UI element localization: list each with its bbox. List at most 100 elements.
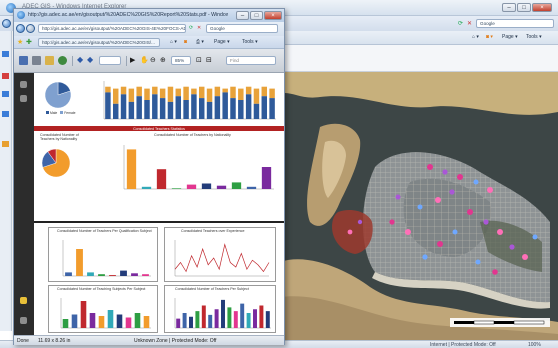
bar-nationality: [156, 169, 167, 189]
bar-nationality: [171, 188, 182, 189]
pdf-zoom-out-icon[interactable]: ⊖: [150, 56, 156, 64]
pdf-next-page-icon[interactable]: ◆: [87, 55, 93, 64]
bar-segment-top: [159, 88, 166, 99]
bar-nationality: [186, 184, 197, 189]
school-marker: [437, 241, 443, 247]
back-button[interactable]: [2, 19, 11, 28]
bar-teaching-subjects: [71, 314, 78, 328]
bar-segment-top: [214, 86, 221, 97]
outer-page-label: Page: [502, 34, 514, 40]
bar-segment-bottom: [269, 98, 275, 119]
pdf-zoom-in-icon[interactable]: ⊕: [160, 56, 166, 64]
outer-search-input[interactable]: Google: [476, 19, 554, 28]
qualification-title: Consolidated Number of Teachers Per Qual…: [57, 229, 152, 233]
inner-print-icon[interactable]: ⎙ ▾: [196, 39, 204, 45]
pdf-fit-icon[interactable]: ⊡: [196, 56, 202, 64]
school-marker: [497, 229, 503, 235]
outer-page-menu[interactable]: Page ▾: [502, 34, 518, 40]
pdf-comments-icon[interactable]: [20, 297, 27, 304]
refresh-icon[interactable]: ⟳: [458, 20, 463, 27]
pdf-toolbar-separator: [126, 56, 127, 66]
school-marker: [457, 174, 463, 180]
bar-segment-bottom: [238, 100, 244, 119]
bar-segment-bottom: [175, 96, 182, 119]
inner-window-title: http://gis.adec.ac.ae/en/gisoutput/%20AD…: [28, 12, 228, 18]
experience-svg: [174, 240, 270, 277]
pie-chart-gender: [44, 81, 72, 109]
panel-icon-1[interactable]: [2, 51, 9, 57]
panel-icon-5[interactable]: [2, 141, 9, 147]
per-subject-svg: [174, 298, 271, 329]
satellite-map[interactable]: [280, 72, 558, 340]
bar-chart-teaching-subjects: [60, 298, 151, 329]
outer-zoom[interactable]: 100%: [528, 342, 541, 348]
pdf-email-icon[interactable]: [45, 56, 54, 65]
inner-maximize-button[interactable]: □: [250, 11, 263, 20]
panel-icon-3[interactable]: [2, 91, 9, 97]
pdf-zoom-select[interactable]: 85%: [171, 56, 191, 65]
inner-feeds-icon[interactable]: ◙: [184, 39, 187, 45]
inner-status-pagesize: 11.69 x 8.26 in: [38, 338, 71, 344]
pdf-layers-icon[interactable]: [20, 317, 27, 324]
pdf-print-icon[interactable]: [32, 56, 41, 65]
home-icon[interactable]: ⌂ ▾: [472, 34, 479, 40]
inner-tools-menu[interactable]: Tools ▾: [242, 39, 258, 45]
outer-tools-menu[interactable]: Tools ▾: [526, 34, 542, 40]
page-break: [34, 221, 284, 223]
teaching-subjects-svg: [60, 298, 151, 329]
bar-per-subject: [201, 305, 206, 328]
bar-teaching-subjects: [143, 316, 150, 328]
inner-address-input[interactable]: http://gis.adec.ac.ae/en/gisoutput/%20AD…: [38, 24, 186, 33]
inner-close-button[interactable]: ×: [264, 11, 282, 20]
bar-segment-bottom: [120, 94, 127, 119]
bar-per-subject: [233, 311, 238, 328]
pdf-sign-icon[interactable]: [58, 56, 67, 65]
pdf-select-tool-icon[interactable]: ▶: [130, 56, 135, 64]
outer-status-zone: Internet | Protected Mode: Off: [430, 342, 496, 348]
inner-minimize-button[interactable]: –: [236, 11, 249, 20]
panel-icon-2[interactable]: [2, 73, 9, 79]
bar-segment-top: [152, 86, 158, 95]
pdf-prev-page-icon[interactable]: ◆: [77, 55, 83, 64]
bar-per-subject: [227, 307, 232, 328]
bar-chart-qualification: [62, 240, 151, 277]
maximize-button[interactable]: □: [517, 3, 531, 12]
bar-per-subject: [259, 305, 264, 328]
bar-chart-per-subject: [174, 298, 271, 329]
panel-icon-4[interactable]: [2, 111, 9, 117]
school-marker: [509, 244, 515, 250]
favorites-star-icon[interactable]: ★: [17, 38, 23, 46]
inner-address-bar: http://gis.adec.ac.ae/en/gisoutput/%20AD…: [14, 22, 284, 36]
minimize-button[interactable]: –: [502, 3, 516, 12]
feeds-icon[interactable]: ◙ ▾: [486, 34, 493, 40]
school-marker: [389, 219, 395, 225]
qualification-svg: [62, 240, 151, 277]
pdf-hand-tool-icon[interactable]: ✋: [140, 56, 149, 64]
inner-status-bar: Done 11.69 x 8.26 in Unknown Zone | Prot…: [14, 335, 284, 345]
pdf-page-number[interactable]: [99, 56, 121, 65]
pdf-attach-icon[interactable]: [20, 95, 27, 102]
inner-page-menu[interactable]: Page ▾: [214, 39, 230, 45]
pdf-find-input[interactable]: Find: [226, 56, 276, 65]
pdf-save-icon[interactable]: [19, 56, 28, 65]
pdf-tab[interactable]: http://gis.adec.ac.ae/en/gisoutput/%20AD…: [38, 38, 160, 47]
per-subject-title: Consolidated Number of Teachers Per Subj…: [175, 287, 249, 291]
pdf-fit-width-icon[interactable]: ⊟: [206, 56, 212, 64]
pdf-pages-icon[interactable]: [20, 81, 27, 88]
add-favorite-icon[interactable]: ✚: [26, 38, 32, 46]
inner-refresh-icon[interactable]: ⟳: [189, 25, 193, 31]
stop-icon[interactable]: ✕: [467, 20, 472, 27]
inner-home-icon[interactable]: ⌂ ▾: [170, 39, 177, 45]
inner-forward-button[interactable]: [26, 24, 35, 33]
inner-stop-icon[interactable]: ✕: [197, 25, 201, 31]
map-scale-bar: [450, 318, 550, 327]
bar-segment-bottom: [136, 96, 142, 119]
pdf-document[interactable]: Male Female Consolidated Teachers Statis…: [34, 73, 284, 335]
close-button[interactable]: ×: [532, 3, 552, 12]
bar-teaching-subjects: [89, 313, 96, 328]
inner-back-button[interactable]: [16, 24, 25, 33]
teachers-statistics-banner: Consolidated Teachers Statistics: [34, 126, 284, 131]
bar-segment-top: [136, 86, 142, 97]
legend-swatch-female: [60, 111, 64, 114]
inner-search-input[interactable]: Google: [206, 24, 278, 33]
